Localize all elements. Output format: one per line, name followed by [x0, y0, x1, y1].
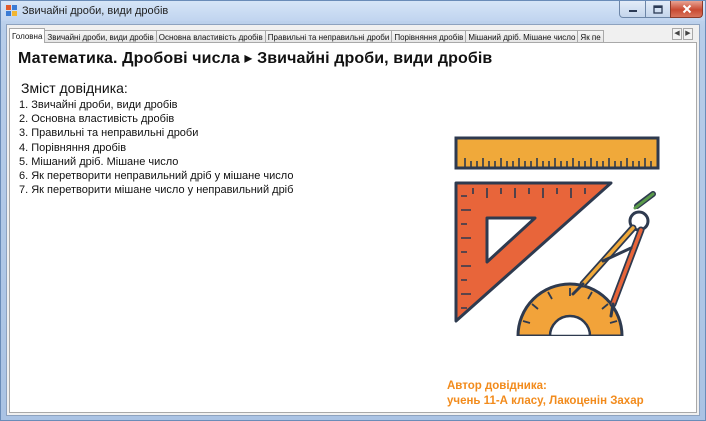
tab-strip: Головна Звичайні дроби, види дробів Основн…	[9, 27, 697, 43]
tab-scroll-left-button[interactable]: ◀	[672, 28, 682, 40]
app-icon	[6, 5, 17, 16]
toc-list: 1. Звичайні дроби, види дробів 2. Основн…	[19, 98, 293, 197]
author-label: Автор довідника:	[447, 380, 547, 392]
minimize-icon	[628, 10, 637, 12]
title-bar[interactable]: Звичайні дроби, види дробів	[1, 1, 705, 21]
tab-home[interactable]: Головна	[9, 28, 46, 43]
geometry-tools-illustration	[454, 136, 660, 336]
author-block: Автор довідника: учень 11-А класу, Лакоц…	[447, 379, 644, 409]
toc-title: Зміст довідника:	[21, 80, 128, 96]
toc-item[interactable]: 2. Основна властивість дробів	[19, 112, 293, 126]
page-title: Математика. Дробові числа ▸ Звичайні дро…	[18, 50, 493, 67]
close-icon	[682, 4, 691, 14]
toc-item[interactable]: 1. Звичайні дроби, види дробів	[19, 98, 293, 112]
maximize-icon	[653, 4, 663, 14]
tab-panel-home: Математика. Дробові числа ▸ Звичайні дро…	[9, 42, 697, 413]
toc-item[interactable]: 6. Як перетворити неправильний дріб у мі…	[19, 169, 293, 183]
toc-item[interactable]: 5. Мішаний дріб. Мішане число	[19, 155, 293, 169]
toc-item[interactable]: 4. Порівняння дробів	[19, 141, 293, 155]
minimize-button[interactable]	[619, 1, 646, 18]
protractor-icon	[516, 282, 624, 336]
toc-item[interactable]: 7. Як перетворити мішане число у неправи…	[19, 183, 293, 197]
toc-item[interactable]: 3. Правильні та неправильні дроби	[19, 126, 293, 140]
ruler-icon	[454, 136, 660, 170]
tab-scroll-right-button[interactable]: ▶	[683, 28, 693, 40]
maximize-button[interactable]	[645, 1, 671, 18]
close-button[interactable]	[670, 1, 703, 18]
app-window: Звичайні дроби, види дробів Головна Звича…	[0, 0, 706, 421]
author-name: учень 11-А класу, Лакоценін Захар	[447, 395, 644, 407]
client-area: Головна Звичайні дроби, види дробів Основн…	[6, 24, 700, 416]
window-title: Звичайні дроби, види дробів	[22, 5, 169, 17]
